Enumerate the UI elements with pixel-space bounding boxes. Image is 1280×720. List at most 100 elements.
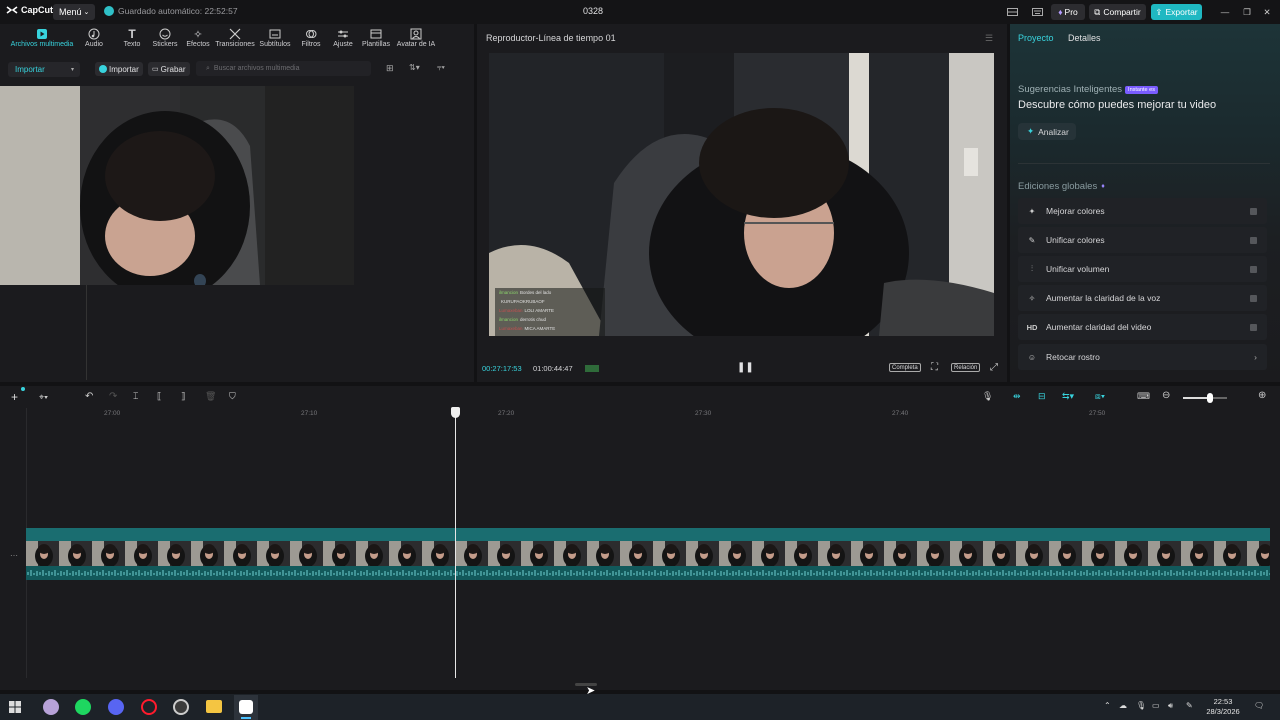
- edit-enhance-colors[interactable]: ✦ Mejorar colores: [1018, 198, 1267, 224]
- file-explorer-icon[interactable]: [206, 700, 222, 713]
- tick-label: 27:40: [892, 410, 909, 417]
- marker-icon[interactable]: ⛉: [229, 391, 236, 402]
- opera-icon[interactable]: [141, 699, 157, 715]
- toggle[interactable]: [1250, 236, 1257, 244]
- playhead-handle[interactable]: [451, 407, 460, 418]
- tool-effects[interactable]: ✧ Efectos: [182, 26, 214, 54]
- edit-unify-volume[interactable]: ⫶ Unificar volumen: [1018, 256, 1267, 282]
- linkage-icon[interactable]: ⇆▾: [1062, 391, 1074, 402]
- export-button[interactable]: ⇪ Exportar: [1151, 4, 1202, 20]
- undo-icon[interactable]: ↶: [85, 391, 93, 402]
- tool-label: Filtros: [301, 41, 321, 48]
- toggle[interactable]: [1250, 265, 1257, 273]
- pen-icon[interactable]: ✎: [1186, 701, 1193, 710]
- split-icon[interactable]: ⌶: [133, 391, 138, 402]
- taskbar-clock[interactable]: 22:53 28/3/2026: [1203, 697, 1243, 717]
- filter-icon[interactable]: ⫧▾: [437, 63, 445, 73]
- layout-icon[interactable]: [1005, 4, 1019, 20]
- toggle[interactable]: [1250, 294, 1257, 302]
- edit-retouch-face[interactable]: ☺ Retocar rostro ›: [1018, 344, 1267, 370]
- chevron-down-icon: ▾: [70, 67, 74, 73]
- close-icon[interactable]: ✕: [1260, 4, 1274, 20]
- track-handle-icon[interactable]: ⋯: [10, 551, 18, 560]
- minimize-icon[interactable]: —: [1218, 4, 1232, 20]
- player-menu-icon[interactable]: ☰: [985, 33, 993, 44]
- keyboard-icon[interactable]: [1030, 4, 1044, 20]
- toggle[interactable]: [1250, 207, 1257, 215]
- preview-axis-icon[interactable]: ⧈▾: [1095, 391, 1105, 402]
- chat-user: Lumaxeban: [499, 308, 523, 313]
- chat-user: ilmancion: [499, 290, 519, 295]
- import-button[interactable]: Importar: [95, 62, 143, 76]
- tool-adjust[interactable]: Ajuste: [328, 26, 358, 54]
- tool-media[interactable]: Archivos multimedia: [0, 26, 84, 54]
- text-icon: T: [128, 27, 136, 41]
- tray-monitor-icon[interactable]: ▭: [1152, 701, 1160, 710]
- capcut-taskbar-icon[interactable]: [239, 700, 253, 714]
- chat-message: derrotis chud: [520, 317, 547, 322]
- zoom-fit-icon[interactable]: ⊕: [1258, 390, 1266, 401]
- tool-audio[interactable]: Audio: [84, 26, 104, 54]
- full-quality-button[interactable]: Completa: [889, 363, 921, 372]
- fit-screen-icon[interactable]: ⛶: [931, 362, 938, 373]
- tray-chevron-icon[interactable]: ⌃: [1104, 701, 1111, 710]
- analyze-button[interactable]: ✦ Analizar: [1018, 123, 1076, 140]
- active-indicator: [241, 717, 251, 719]
- select-tool-icon[interactable]: ⌖▾: [39, 392, 48, 403]
- tool-ai-avatar[interactable]: Avatar de IA: [394, 26, 438, 54]
- spotify-icon[interactable]: [75, 699, 91, 715]
- notifications-icon[interactable]: 🗨︎: [1254, 701, 1264, 710]
- tool-filters[interactable]: Filtros: [294, 26, 328, 54]
- zoom-out-icon[interactable]: ⊖: [1162, 390, 1170, 401]
- record-button[interactable]: ▭ Grabar: [148, 62, 190, 76]
- fullscreen-icon[interactable]: ⤢: [990, 362, 998, 373]
- edit-unify-colors[interactable]: ✎ Unificar colores: [1018, 227, 1267, 253]
- sort-icon[interactable]: ⇅▾: [409, 63, 420, 72]
- edit-voice-clarity[interactable]: ✧ Aumentar la claridad de la voz: [1018, 285, 1267, 311]
- tab-project[interactable]: Proyecto: [1018, 33, 1054, 43]
- ratio-button[interactable]: Relación: [951, 363, 981, 372]
- tray-mic-icon[interactable]: 🎙︎: [1136, 701, 1146, 710]
- windows-start-icon[interactable]: [9, 701, 21, 713]
- pro-button[interactable]: ♦ Pro: [1051, 4, 1085, 20]
- split-right-icon[interactable]: ⟧: [181, 391, 185, 402]
- microphone-icon[interactable]: 🎙︎: [982, 391, 993, 402]
- tool-text[interactable]: T Texto: [116, 26, 148, 54]
- discord-icon[interactable]: [108, 699, 124, 715]
- import-tab[interactable]: Importar ▾: [8, 62, 80, 77]
- tab-details[interactable]: Detalles: [1068, 33, 1101, 43]
- tool-templates[interactable]: Plantillas: [358, 26, 394, 54]
- add-track-icon[interactable]: +: [11, 390, 18, 404]
- menu-button[interactable]: Menú ⌄: [53, 4, 96, 20]
- main-track-magnet-icon[interactable]: ⇹: [1013, 391, 1021, 402]
- auto-snap-icon[interactable]: ⊟: [1038, 391, 1046, 402]
- volume-icon[interactable]: 🔊︎: [1168, 701, 1173, 711]
- toggle[interactable]: [1250, 323, 1257, 331]
- share-button[interactable]: ⧉ Compartir: [1089, 4, 1146, 20]
- media-thumbnail[interactable]: [0, 86, 354, 285]
- maximize-icon[interactable]: ❐: [1240, 4, 1254, 20]
- suggestions-description: Descubre cómo puedes mejorar tu video: [1018, 99, 1217, 111]
- chevron-down-icon: ⌄: [83, 9, 90, 16]
- import-label: Importar: [109, 64, 139, 74]
- edit-video-clarity[interactable]: HD Aumentar claridad del video: [1018, 314, 1267, 340]
- caption-track-icon[interactable]: ⌨︎: [1137, 391, 1150, 402]
- tool-transitions[interactable]: Transiciones: [214, 26, 256, 54]
- tool-stickers[interactable]: Stickers: [148, 26, 182, 54]
- tool-subtitles[interactable]: Subtítulos: [256, 26, 294, 54]
- edit-label: Unificar colores: [1046, 235, 1105, 245]
- autosave-text: Guardado automático: 22:52:57: [118, 6, 238, 16]
- zoom-slider-handle[interactable]: [1207, 393, 1213, 403]
- split-left-icon[interactable]: ⟦: [157, 391, 161, 402]
- grid-view-icon[interactable]: ⊞: [386, 63, 394, 74]
- tray-app-icon[interactable]: ☁: [1119, 701, 1127, 710]
- tick-label: 27:00: [104, 410, 121, 417]
- pause-icon[interactable]: ❚❚: [737, 362, 754, 373]
- browser-icon[interactable]: [173, 699, 189, 715]
- playhead[interactable]: [455, 408, 456, 678]
- main-toolbar: Archivos multimedia Audio T Texto Sticke…: [0, 26, 474, 54]
- pro-label: Pro: [1064, 7, 1078, 17]
- project-name[interactable]: 0328: [560, 6, 626, 16]
- media-search-input[interactable]: ⌕ Buscar archivos multimedia: [196, 61, 371, 76]
- app-icon-1[interactable]: [43, 699, 59, 715]
